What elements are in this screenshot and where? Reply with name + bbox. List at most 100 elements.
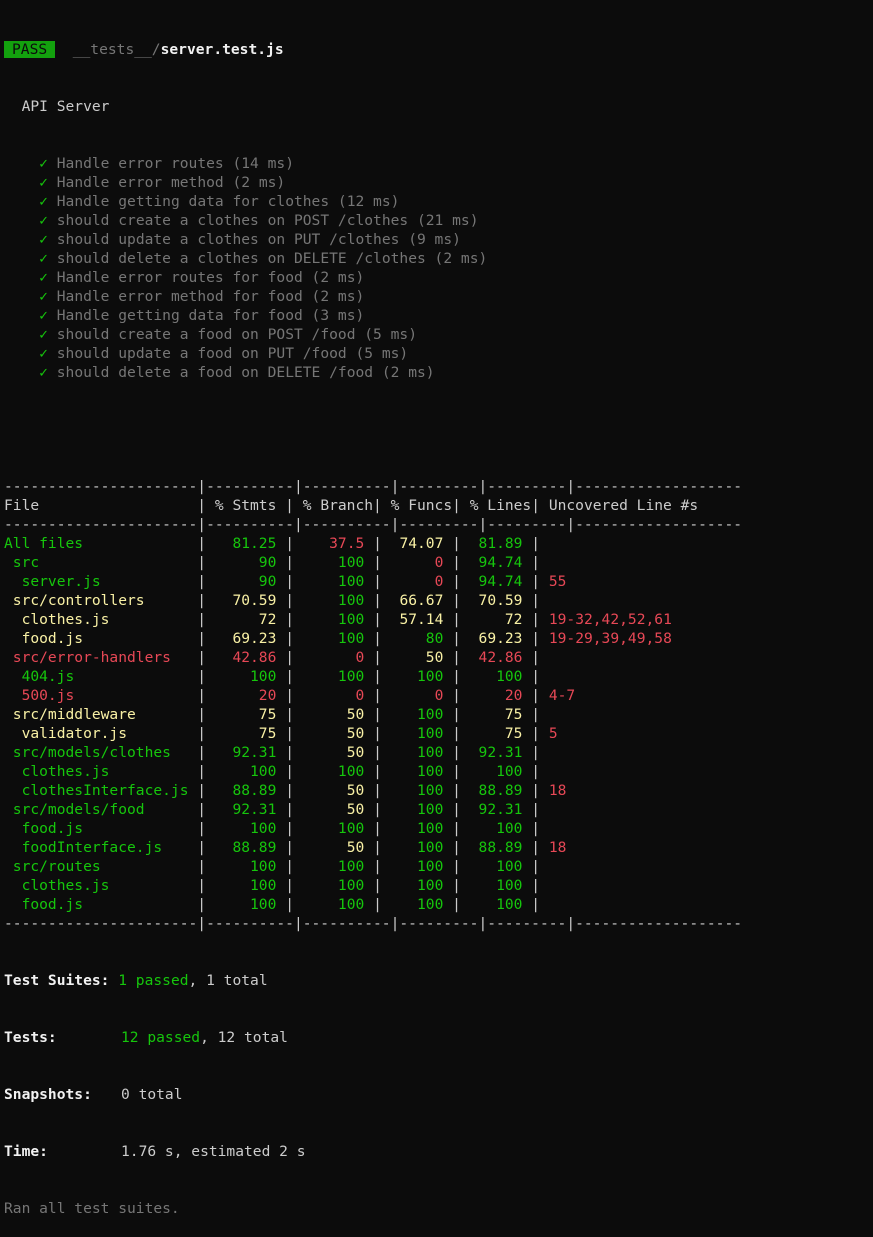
- tests-label: Tests:: [4, 1029, 57, 1046]
- coverage-uncovered: 55: [548, 573, 567, 590]
- header-uncovered: Uncovered Line #s: [548, 497, 699, 514]
- check-icon: ✓: [39, 250, 48, 267]
- summary-time: Time: 1.76 s, estimated 2 s: [4, 1142, 873, 1161]
- coverage-row: clothes.js | 100 | 100 | 100 | 100 |: [4, 877, 549, 894]
- coverage-branch: 37.5: [302, 535, 365, 552]
- coverage-row: 500.js | 20 | 0 | 0 | 20 | 4-7: [4, 687, 576, 704]
- coverage-stmts: 100: [214, 820, 277, 837]
- test-result-line: ✓ Handle getting data for clothes (12 ms…: [4, 192, 873, 211]
- coverage-separator: ----------------------|----------|------…: [4, 915, 743, 932]
- coverage-uncovered: 18: [548, 839, 567, 856]
- coverage-funcs: 100: [390, 725, 444, 742]
- coverage-funcs: 0: [390, 554, 444, 571]
- coverage-row: clothes.js | 100 | 100 | 100 | 100 |: [4, 763, 549, 780]
- coverage-file: server.js: [4, 573, 198, 590]
- test-result-line: ✓ Handle error routes (14 ms): [4, 154, 873, 173]
- coverage-branch: 0: [302, 649, 365, 666]
- coverage-funcs: 0: [390, 573, 444, 590]
- coverage-file: clothes.js: [4, 877, 198, 894]
- coverage-row: server.js | 90 | 100 | 0 | 94.74 | 55: [4, 573, 567, 590]
- test-result-line: ✓ Handle error routes for food (2 ms): [4, 268, 873, 287]
- coverage-stmts: 92.31: [214, 801, 277, 818]
- coverage-file: clothes.js: [4, 763, 198, 780]
- coverage-funcs: 0: [390, 687, 444, 704]
- coverage-lines: 70.59: [469, 592, 523, 609]
- coverage-lines: 88.89: [469, 782, 523, 799]
- test-name: Handle error method (2 ms): [56, 174, 286, 191]
- suite-name: API Server: [21, 98, 110, 115]
- coverage-lines: 100: [469, 668, 523, 685]
- time-value: 1.76 s, estimated 2 s: [121, 1143, 306, 1160]
- check-icon: ✓: [39, 212, 48, 229]
- coverage-stmts: 90: [214, 573, 277, 590]
- coverage-branch: 100: [302, 896, 365, 913]
- coverage-row: food.js | 69.23 | 100 | 80 | 69.23 | 19-…: [4, 630, 672, 647]
- check-icon: ✓: [39, 193, 48, 210]
- coverage-stmts: 42.86: [214, 649, 277, 666]
- coverage-funcs: 100: [390, 820, 444, 837]
- coverage-funcs: 80: [390, 630, 444, 647]
- coverage-row: src/error-handlers | 42.86 | 0 | 50 | 42…: [4, 649, 549, 666]
- coverage-funcs: 50: [390, 649, 444, 666]
- coverage-branch: 50: [302, 725, 365, 742]
- test-file-header: PASS __tests__/server.test.js: [4, 40, 873, 59]
- coverage-branch: 100: [302, 630, 365, 647]
- test-result-line: ✓ Handle error method (2 ms): [4, 173, 873, 192]
- check-icon: ✓: [39, 326, 48, 343]
- coverage-branch: 100: [302, 858, 365, 875]
- time-label: Time:: [4, 1143, 48, 1160]
- coverage-funcs: 100: [390, 858, 444, 875]
- header-file: File: [4, 497, 198, 514]
- coverage-lines: 75: [469, 706, 523, 723]
- check-icon: ✓: [39, 307, 48, 324]
- check-icon: ✓: [39, 155, 48, 172]
- test-name: should create a clothes on POST /clothes…: [56, 212, 479, 229]
- check-icon: ✓: [39, 269, 48, 286]
- test-result-line: ✓ should create a food on POST /food (5 …: [4, 325, 873, 344]
- coverage-stmts: 88.89: [214, 839, 277, 856]
- test-file-dir: __tests__/: [72, 41, 161, 58]
- coverage-file: 500.js: [4, 687, 198, 704]
- suites-passed: 1 passed: [118, 972, 189, 989]
- coverage-lines: 20: [469, 687, 523, 704]
- coverage-row: clothes.js | 72 | 100 | 57.14 | 72 | 19-…: [4, 611, 672, 628]
- coverage-uncovered: 5: [548, 725, 558, 742]
- coverage-row: food.js | 100 | 100 | 100 | 100 |: [4, 896, 549, 913]
- coverage-stmts: 72: [214, 611, 277, 628]
- coverage-uncovered: 19-29,39,49,58: [548, 630, 672, 647]
- coverage-lines: 92.31: [469, 801, 523, 818]
- coverage-file: validator.js: [4, 725, 198, 742]
- coverage-lines: 72: [469, 611, 523, 628]
- coverage-file: src: [4, 554, 198, 571]
- coverage-row: src/models/food | 92.31 | 50 | 100 | 92.…: [4, 801, 549, 818]
- coverage-file: food.js: [4, 896, 198, 913]
- coverage-stmts: 100: [214, 763, 277, 780]
- coverage-branch: 100: [302, 554, 365, 571]
- coverage-branch: 50: [302, 801, 365, 818]
- coverage-row: src/middleware | 75 | 50 | 100 | 75 |: [4, 706, 549, 723]
- coverage-stmts: 100: [214, 877, 277, 894]
- coverage-funcs: 100: [390, 801, 444, 818]
- coverage-stmts: 90: [214, 554, 277, 571]
- coverage-header-row: File | % Stmts | % Branch| % Funcs| % Li…: [4, 497, 699, 514]
- coverage-lines: 69.23: [469, 630, 523, 647]
- test-result-line: ✓ should create a clothes on POST /cloth…: [4, 211, 873, 230]
- summary-suites: Test Suites: 1 passed, 1 total: [4, 971, 873, 990]
- coverage-stmts: 69.23: [214, 630, 277, 647]
- coverage-row: 404.js | 100 | 100 | 100 | 100 |: [4, 668, 549, 685]
- coverage-separator: ----------------------|----------|------…: [4, 478, 743, 495]
- test-name: should delete a clothes on DELETE /cloth…: [56, 250, 488, 267]
- coverage-row: clothesInterface.js | 88.89 | 50 | 100 |…: [4, 782, 567, 799]
- coverage-lines: 100: [469, 877, 523, 894]
- header-funcs: % Funcs: [390, 497, 453, 514]
- coverage-lines: 100: [469, 858, 523, 875]
- summary-snapshots: Snapshots: 0 total: [4, 1085, 873, 1104]
- coverage-file: clothes.js: [4, 611, 198, 628]
- check-icon: ✓: [39, 174, 48, 191]
- coverage-separator: ----------------------|----------|------…: [4, 516, 743, 533]
- coverage-file: src/middleware: [4, 706, 198, 723]
- coverage-stmts: 75: [214, 706, 277, 723]
- coverage-file: food.js: [4, 630, 198, 647]
- coverage-branch: 100: [302, 611, 365, 628]
- coverage-row: validator.js | 75 | 50 | 100 | 75 | 5: [4, 725, 558, 742]
